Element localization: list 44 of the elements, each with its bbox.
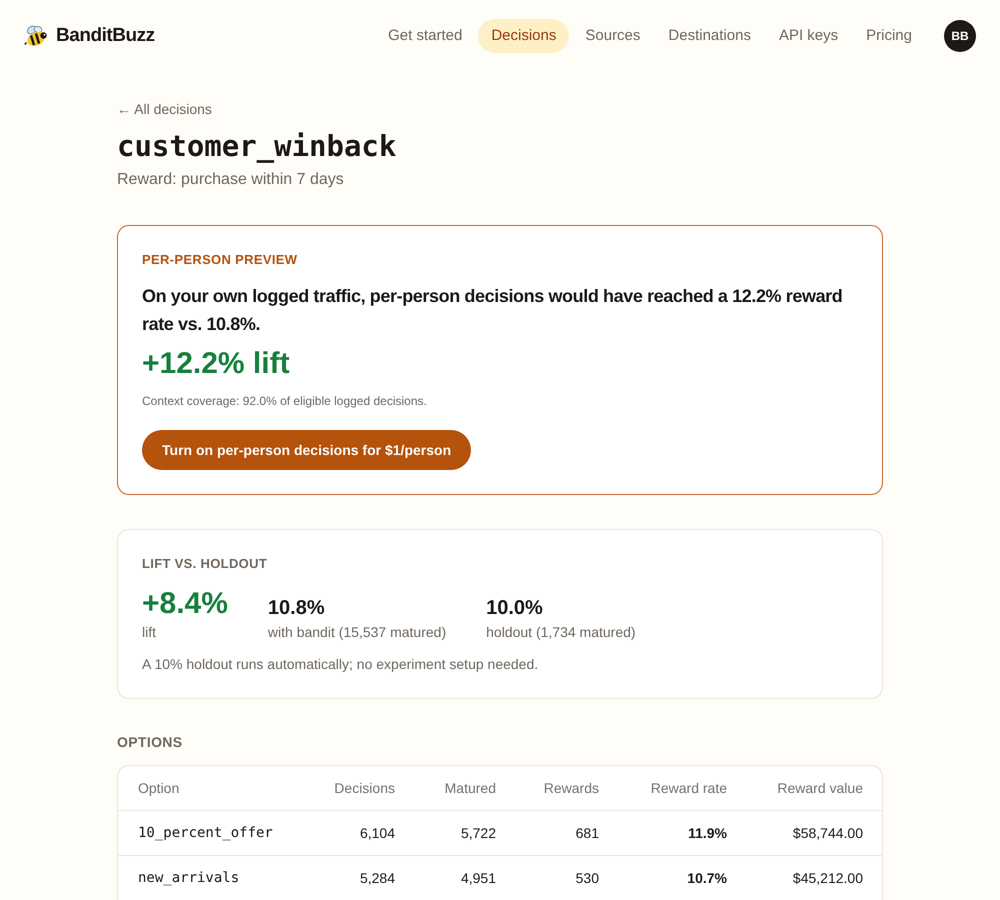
preview-text: On your own logged traffic, per-person decisions would have reached a 12.2% reward rate vs. 10.8%. [142, 285, 844, 336]
nav-link[interactable]: Destinations [656, 18, 763, 54]
nav-link[interactable]: Pricing [854, 18, 924, 54]
page-subtitle: Reward: purchase within 7 days [117, 170, 344, 190]
stat-label: with bandit (15,537 matured) [268, 623, 446, 642]
table-cell-text: 530 [574, 869, 599, 888]
column-header: Decisions [333, 779, 395, 798]
card-label: PER-PERSON PREVIEW [142, 251, 298, 269]
section-heading: OPTIONS [117, 733, 182, 752]
holdout-note: A 10% holdout runs automatically; no experiment setup needed. [142, 655, 538, 674]
table-cell-text: $45,212.00 [792, 869, 863, 888]
table-cell-text: 6,104 [358, 824, 395, 843]
nav-link[interactable]: Get started [376, 18, 474, 54]
enable-button[interactable]: Turn on per-person decisions for $1/person [142, 430, 472, 470]
brand-name[interactable]: BanditBuzz [56, 22, 155, 50]
stat-label: lift [142, 623, 156, 642]
table-cell-text: 5,284 [358, 869, 395, 888]
card-label: LIFT VS. HOLDOUT [142, 555, 268, 573]
nav-link[interactable]: API keys [766, 18, 850, 54]
column-header: Reward rate [650, 779, 727, 798]
page-title: customer_winback [117, 128, 396, 164]
stat-value: 10.8% [268, 596, 325, 621]
nav-link[interactable]: Sources [573, 18, 652, 54]
stat-value: 10.0% [486, 596, 543, 621]
stat-label: holdout (1,734 matured) [486, 623, 636, 642]
table-cell-text: $58,744.00 [792, 824, 863, 843]
stat-value: +8.4% [142, 586, 228, 622]
user-avatar[interactable]: BB [944, 20, 976, 52]
coverage-note: Context coverage: 92.0% of eligible logged decisions. [142, 393, 427, 409]
table-cell-text: 4,951 [460, 869, 496, 888]
table-cell-text: 10.7% [686, 869, 727, 888]
bee-icon [24, 25, 48, 47]
table-cell-text: 681 [574, 824, 599, 843]
column-header: Option [138, 779, 180, 798]
back-link[interactable]: ← All decisions [117, 99, 212, 119]
table-cell-text: 10_percent_offer [138, 824, 274, 843]
table-cell-text: new_arrivals [138, 869, 240, 888]
nav-link[interactable]: Decisions [478, 18, 570, 54]
lift-value: +12.2% lift [142, 346, 290, 382]
column-header: Rewards [542, 779, 599, 798]
column-header: Matured [444, 779, 496, 798]
table-cell-text: 11.9% [687, 824, 727, 843]
column-header: Reward value [776, 779, 863, 798]
table-cell-text: 5,722 [460, 824, 496, 843]
